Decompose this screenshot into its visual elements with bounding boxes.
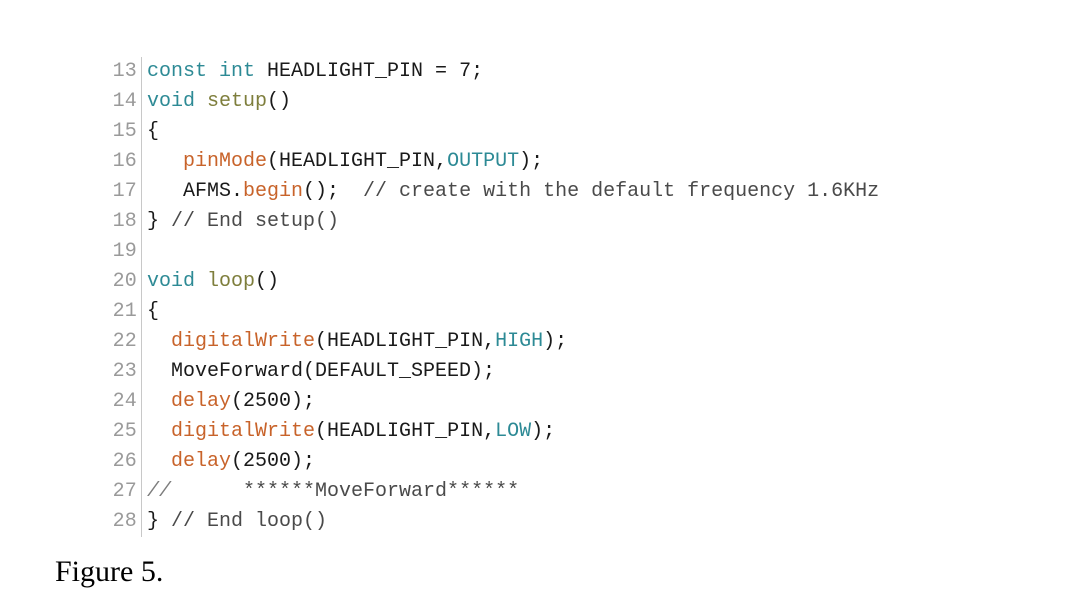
code-line: 18} // End setup() (104, 207, 1044, 237)
code-line-text: { (142, 117, 1044, 147)
code-line-text: digitalWrite(HEADLIGHT_PIN,LOW); (142, 417, 1044, 447)
code-token: pinMode (183, 150, 268, 173)
line-number: 24 (104, 387, 142, 417)
code-line: 22 digitalWrite(HEADLIGHT_PIN,HIGH); (104, 327, 1044, 357)
line-number: 22 (104, 327, 142, 357)
code-line: 14 void setup() (104, 87, 1044, 117)
line-number: 21 (104, 297, 142, 327)
line-number: 15 (104, 117, 142, 147)
code-line-text: const int HEADLIGHT_PIN = 7; (142, 57, 1044, 87)
code-token: setup (207, 90, 268, 113)
code-line-text: pinMode(HEADLIGHT_PIN,OUTPUT); (142, 147, 1044, 177)
code-token: ); (543, 330, 568, 353)
line-number: 14 (104, 87, 142, 117)
code-line: 28} // End loop() (104, 507, 1044, 537)
code-token: (); (303, 180, 364, 203)
code-line-text: void setup() (142, 87, 1044, 117)
code-line: 17 AFMS.begin(); // create with the defa… (104, 177, 1044, 207)
code-token: } (147, 210, 172, 233)
line-number: 25 (104, 417, 142, 447)
code-token: ******MoveForward****** (171, 480, 520, 503)
code-listing: 13 const int HEADLIGHT_PIN = 7; 14 void set… (104, 57, 1044, 537)
code-token: HIGH (495, 330, 544, 353)
figure-caption: Figure 5. (55, 555, 164, 588)
code-token: AFMS. (147, 180, 244, 203)
code-token: const int (147, 60, 268, 83)
code-token: () (267, 90, 292, 113)
code-token: ); (519, 150, 544, 173)
code-token: () (255, 270, 280, 293)
code-token: delay (171, 450, 232, 473)
code-line: 23 MoveForward(DEFAULT_SPEED); (104, 357, 1044, 387)
code-token: ); (531, 420, 556, 443)
line-number: 27 (104, 477, 142, 507)
line-number: 17 (104, 177, 142, 207)
code-line: 20 void loop() (104, 267, 1044, 297)
code-line-text: void loop() (142, 267, 1044, 297)
code-line: 21{ (104, 297, 1044, 327)
code-token: (2500); (231, 450, 316, 473)
code-line: 13 const int HEADLIGHT_PIN = 7; (104, 57, 1044, 87)
figure-page: 13 const int HEADLIGHT_PIN = 7; 14 void set… (0, 0, 1073, 604)
code-line: 25 digitalWrite(HEADLIGHT_PIN,LOW); (104, 417, 1044, 447)
code-token: void (147, 270, 208, 293)
code-line-text: delay(2500); (142, 387, 1044, 417)
code-line-text: { (142, 297, 1044, 327)
line-number: 13 (104, 57, 142, 87)
code-token: // End setup() (171, 210, 340, 233)
line-number: 28 (104, 507, 142, 537)
code-line: 15{ (104, 117, 1044, 147)
code-line-text: AFMS.begin(); // create with the default… (142, 177, 1044, 207)
code-token: (HEADLIGHT_PIN, (315, 330, 496, 353)
line-number: 26 (104, 447, 142, 477)
code-line-text: // ******MoveForward****** (142, 477, 1044, 507)
code-line: 24 delay(2500); (104, 387, 1044, 417)
code-token: // (147, 480, 172, 503)
code-line: 16 pinMode(HEADLIGHT_PIN,OUTPUT); (104, 147, 1044, 177)
code-line-text: } // End loop() (142, 507, 1044, 537)
line-number: 16 (104, 147, 142, 177)
code-token: loop (207, 270, 256, 293)
code-token: HEADLIGHT_PIN = 7; (267, 60, 484, 83)
code-token: digitalWrite (171, 420, 316, 443)
code-line-text: MoveForward(DEFAULT_SPEED); (142, 357, 1044, 387)
line-number: 19 (104, 237, 142, 267)
code-token: (2500); (231, 390, 316, 413)
code-token: begin (243, 180, 304, 203)
line-number: 18 (104, 207, 142, 237)
code-token: digitalWrite (171, 330, 316, 353)
code-token: (HEADLIGHT_PIN, (267, 150, 448, 173)
code-token: LOW (495, 420, 532, 443)
code-token: void (147, 90, 208, 113)
code-token: // create with the default frequency 1.6… (363, 180, 880, 203)
code-line-text: delay(2500); (142, 447, 1044, 477)
code-token: delay (171, 390, 232, 413)
code-line: 26 delay(2500); (104, 447, 1044, 477)
code-token: { (147, 120, 160, 143)
code-line-text: digitalWrite(HEADLIGHT_PIN,HIGH); (142, 327, 1044, 357)
code-line: 19 (104, 237, 1044, 267)
code-line: 27// ******MoveForward****** (104, 477, 1044, 507)
line-number: 23 (104, 357, 142, 387)
code-line-text: } // End setup() (142, 207, 1044, 237)
code-token: { (147, 300, 160, 323)
code-token: // End loop() (171, 510, 328, 533)
line-number: 20 (104, 267, 142, 297)
code-token: } (147, 510, 172, 533)
code-token: OUTPUT (447, 150, 520, 173)
code-token: MoveForward(DEFAULT_SPEED); (147, 360, 496, 383)
code-token: (HEADLIGHT_PIN, (315, 420, 496, 443)
